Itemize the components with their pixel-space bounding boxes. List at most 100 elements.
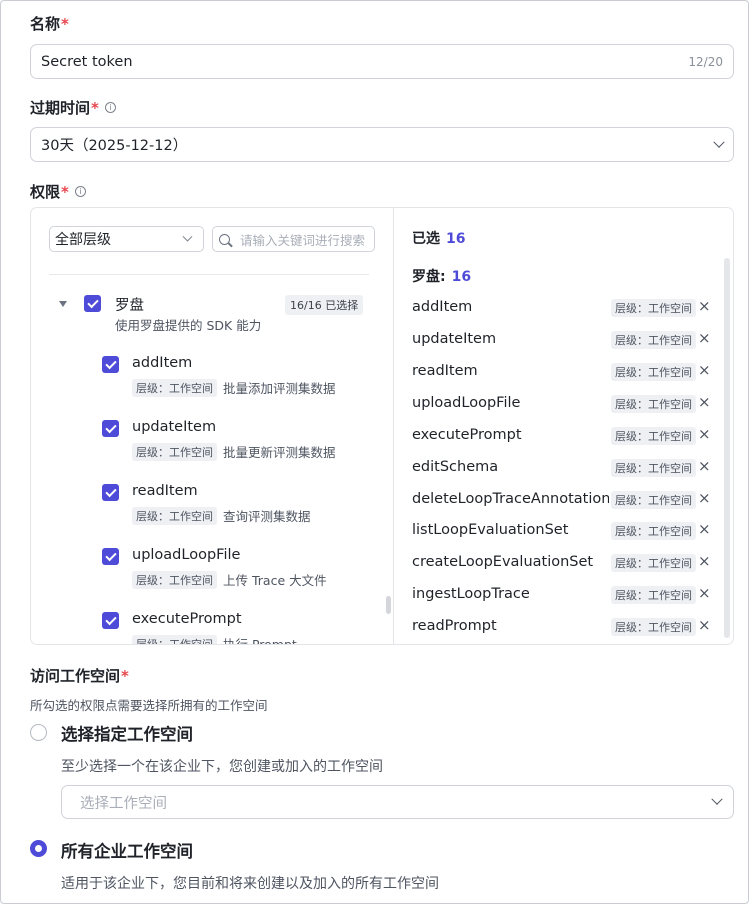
workspace-select[interactable]: 选择工作空间 bbox=[61, 785, 734, 819]
expiry-label: 过期时间 * i bbox=[30, 97, 116, 118]
item-desc-text: 批量添加评测集数据 bbox=[223, 381, 336, 396]
level-tag: 层级：工作空间 bbox=[611, 522, 696, 540]
info-icon[interactable]: i bbox=[104, 102, 116, 113]
radio-all-workspaces[interactable] bbox=[30, 840, 47, 857]
required-mark: * bbox=[61, 14, 69, 33]
info-icon[interactable]: i bbox=[74, 186, 86, 197]
permissions-tree-panel: 全部层级 请输入关键词进行搜索 罗盘 使用罗盘提供的 SDK 能力 16/16 … bbox=[31, 208, 393, 644]
remove-icon[interactable]: × bbox=[698, 521, 711, 537]
expiry-select[interactable]: 30天（2025-12-12） bbox=[30, 127, 734, 162]
item-desc: 层级：工作空间 批量添加评测集数据 bbox=[132, 378, 336, 397]
name-label: 名称 * bbox=[30, 13, 69, 34]
selected-item: addItem 层级：工作空间 × bbox=[412, 296, 722, 318]
level-filter-select[interactable]: 全部层级 bbox=[49, 226, 204, 252]
group-desc: 使用罗盘提供的 SDK 能力 bbox=[115, 318, 262, 333]
remove-icon[interactable]: × bbox=[698, 298, 711, 314]
chevron-down-icon bbox=[182, 231, 193, 242]
selected-item-name: deleteLoopTraceAnnotation bbox=[412, 491, 609, 507]
collapse-caret-icon[interactable] bbox=[59, 301, 67, 307]
selected-item-name: readPrompt bbox=[412, 618, 497, 634]
item-desc-text: 批量更新评测集数据 bbox=[223, 445, 336, 460]
item-desc: 层级：工作空间 批量更新评测集数据 bbox=[132, 442, 336, 461]
radio-all-label[interactable]: 所有企业工作空间 bbox=[61, 838, 193, 862]
selected-count-badge: 16/16 已选择 bbox=[285, 295, 364, 315]
selected-group-name: 罗盘: bbox=[412, 269, 446, 285]
selected-item: editSchema 层级：工作空间 × bbox=[412, 456, 722, 478]
required-mark: * bbox=[91, 98, 99, 117]
workspace-note: 所勾选的权限点需要选择所拥有的工作空间 bbox=[30, 698, 268, 713]
item-desc-text: 查询评测集数据 bbox=[223, 509, 311, 524]
selected-panel: 已选 16 罗盘: 16 addItem 层级：工作空间 × updateItem 层级：… bbox=[394, 208, 733, 644]
selected-item-name: listLoopEvaluationSet bbox=[412, 522, 569, 538]
remove-icon[interactable]: × bbox=[698, 458, 711, 474]
selected-item: executePrompt 层级：工作空间 × bbox=[412, 424, 722, 446]
group-title: 罗盘 bbox=[115, 298, 144, 314]
permission-tree: 罗盘 使用罗盘提供的 SDK 能力 16/16 已选择 addItem 层级：工… bbox=[31, 274, 391, 645]
radio-all-desc: 适用于该企业下，您目前和将来创建以及加入的所有工作空间 bbox=[61, 876, 439, 892]
level-tag: 层级：工作空间 bbox=[611, 363, 696, 381]
level-tag: 层级：工作空间 bbox=[611, 427, 696, 445]
remove-icon[interactable]: × bbox=[698, 585, 711, 601]
permission-search-input[interactable]: 请输入关键词进行搜索 bbox=[212, 226, 375, 252]
selected-scrollbar[interactable] bbox=[724, 258, 730, 638]
item-desc-text: 执行 Prompt bbox=[223, 637, 297, 645]
group-checkbox[interactable] bbox=[84, 295, 101, 312]
level-tag: 层级：工作空间 bbox=[132, 378, 217, 397]
item-checkbox[interactable] bbox=[102, 420, 119, 437]
expiry-value: 30天（2025-12-12） bbox=[41, 138, 188, 154]
item-checkbox[interactable] bbox=[102, 612, 119, 629]
selected-item-name: ingestLoopTrace bbox=[412, 586, 530, 602]
selected-item: readPrompt 层级：工作空间 × bbox=[412, 615, 722, 637]
remove-icon[interactable]: × bbox=[698, 617, 711, 633]
selected-item: readItem 层级：工作空间 × bbox=[412, 360, 722, 382]
item-title: updateItem bbox=[132, 419, 217, 435]
selected-item-name: readItem bbox=[412, 363, 478, 379]
char-counter: 12/20 bbox=[688, 54, 723, 69]
item-desc-text: 上传 Trace 大文件 bbox=[223, 573, 327, 588]
remove-icon[interactable]: × bbox=[698, 490, 711, 506]
chevron-down-icon bbox=[711, 793, 723, 805]
selected-item-name: uploadLoopFile bbox=[412, 395, 521, 411]
name-label-text: 名称 bbox=[30, 15, 61, 33]
selected-item: deleteLoopTraceAnnotation 层级：工作空间 × bbox=[412, 488, 722, 510]
radio-specific-desc: 至少选择一个在该企业下，您创建或加入的工作空间 bbox=[61, 759, 383, 775]
expiry-label-text: 过期时间 bbox=[30, 99, 91, 117]
level-tag: 层级：工作空间 bbox=[132, 506, 217, 525]
radio-specific-workspace[interactable] bbox=[30, 724, 47, 741]
item-title: addItem bbox=[132, 355, 193, 371]
selected-item-name: updateItem bbox=[412, 331, 497, 347]
selected-total-count: 16 bbox=[446, 231, 466, 247]
selected-group-title: 罗盘: 16 bbox=[412, 266, 471, 286]
item-title: uploadLoopFile bbox=[132, 547, 241, 563]
level-tag: 层级：工作空间 bbox=[611, 459, 696, 477]
remove-icon[interactable]: × bbox=[698, 394, 711, 410]
permissions-label: 权限 * i bbox=[30, 181, 86, 202]
permissions-label-text: 权限 bbox=[30, 183, 61, 201]
workspace-label-text: 访问工作空间 bbox=[30, 667, 121, 685]
remove-icon[interactable]: × bbox=[698, 330, 711, 346]
item-checkbox[interactable] bbox=[102, 548, 119, 565]
level-tag: 层级：工作空间 bbox=[611, 586, 696, 604]
selected-item-name: createLoopEvaluationSet bbox=[412, 554, 594, 570]
remove-icon[interactable]: × bbox=[698, 426, 711, 442]
selected-item: listLoopEvaluationSet 层级：工作空间 × bbox=[412, 519, 722, 541]
name-input[interactable]: Secret token 12/20 bbox=[30, 44, 734, 79]
selected-item-name: addItem bbox=[412, 299, 473, 315]
level-tag: 层级：工作空间 bbox=[611, 491, 696, 509]
remove-icon[interactable]: × bbox=[698, 362, 711, 378]
level-tag: 层级：工作空间 bbox=[611, 395, 696, 413]
selected-item: updateItem 层级：工作空间 × bbox=[412, 328, 722, 350]
item-title: executePrompt bbox=[132, 611, 242, 627]
selected-title-text: 已选 bbox=[412, 231, 440, 247]
item-title: readItem bbox=[132, 483, 198, 499]
radio-specific-label[interactable]: 选择指定工作空间 bbox=[61, 721, 193, 745]
selected-item-name: executePrompt bbox=[412, 427, 522, 443]
chevron-down-icon bbox=[713, 136, 725, 148]
workspace-select-placeholder: 选择工作空间 bbox=[80, 795, 167, 812]
item-checkbox[interactable] bbox=[102, 356, 119, 373]
item-checkbox[interactable] bbox=[102, 484, 119, 501]
name-input-value: Secret token bbox=[41, 53, 133, 70]
remove-icon[interactable]: × bbox=[698, 553, 711, 569]
tree-scrollbar[interactable] bbox=[386, 596, 391, 614]
selected-item: uploadLoopFile 层级：工作空间 × bbox=[412, 392, 722, 414]
